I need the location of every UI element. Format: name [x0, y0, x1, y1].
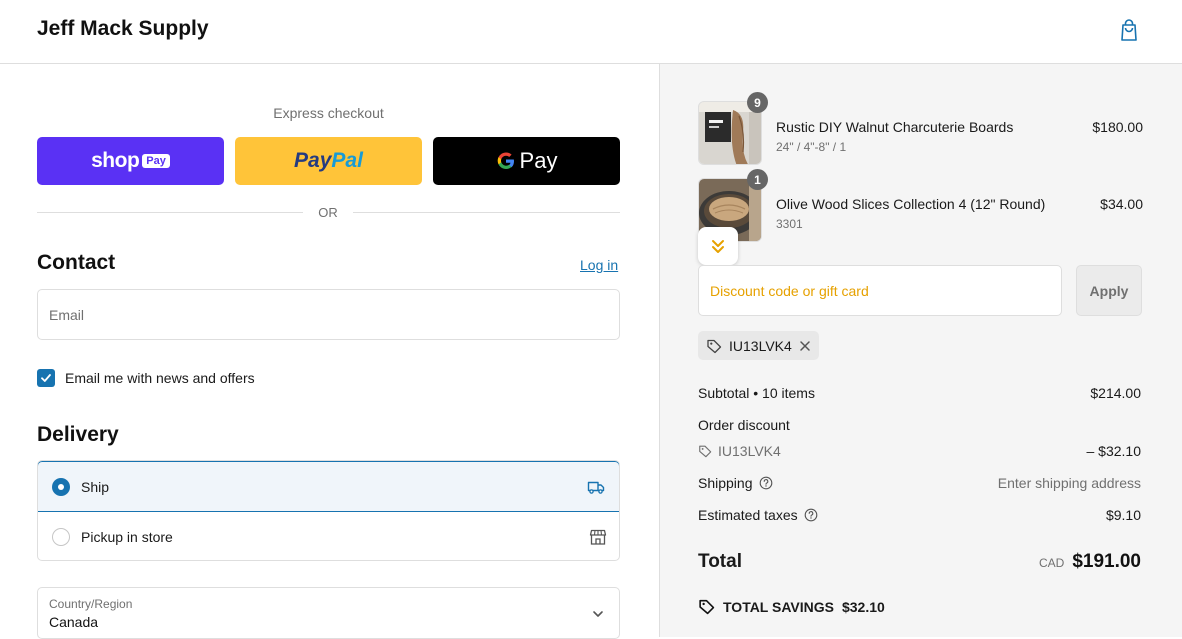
subtotal-label: Subtotal • 10 items	[698, 385, 815, 401]
newsletter-checkbox-row[interactable]: Email me with news and offers	[37, 369, 255, 387]
paypal-word-pay: Pay	[294, 149, 332, 172]
total-label: Total	[698, 551, 742, 572]
order-discount-value: – $32.10	[1086, 443, 1142, 459]
taxes-row: Estimated taxes	[698, 507, 818, 523]
email-field[interactable]	[37, 289, 620, 340]
discount-code-input[interactable]	[699, 266, 1061, 315]
quantity-badge: 9	[747, 92, 768, 113]
order-discount-code: IU13LVK4	[718, 443, 781, 459]
tag-icon	[706, 338, 722, 354]
paypal-button[interactable]: PayPal	[235, 137, 422, 185]
line-item: 9 Rustic DIY Walnut Charcuterie Boards 2…	[698, 92, 1143, 167]
total-savings-row: TOTAL SAVINGS $32.10	[698, 598, 885, 615]
google-pay-button[interactable]: Pay	[433, 137, 620, 185]
truck-icon	[587, 478, 605, 496]
tag-icon	[698, 444, 712, 458]
checkout-main: Express checkout shop Pay PayPal Pay OR …	[0, 64, 659, 639]
total-amount: $191.00	[1072, 551, 1141, 572]
store-icon	[589, 528, 607, 546]
applied-discount-code: IU13LVK4	[729, 337, 792, 354]
express-checkout-label: Express checkout	[273, 105, 384, 121]
google-pay-word: Pay	[519, 148, 558, 173]
apply-discount-button[interactable]: Apply	[1076, 265, 1142, 316]
applied-discount-chip: IU13LVK4	[698, 331, 819, 360]
subtotal-value: $214.00	[1090, 385, 1141, 401]
ship-radio[interactable]	[52, 477, 70, 496]
checkout-header: Jeff Mack Supply	[0, 0, 1182, 64]
google-g-icon	[496, 151, 516, 171]
help-icon[interactable]	[804, 508, 818, 522]
delivery-title: Delivery	[37, 423, 119, 446]
country-select[interactable]: Country/Region Canada	[37, 587, 620, 639]
line-item: 1 Olive Wood Slices Collection 4 (12" Ro…	[698, 169, 1143, 244]
login-link[interactable]: Log in	[580, 257, 618, 273]
shop-pay-chip: Pay	[142, 154, 170, 168]
shipping-label: Shipping	[698, 475, 753, 491]
shop-pay-button[interactable]: shop Pay	[37, 137, 224, 185]
help-icon[interactable]	[759, 476, 773, 490]
product-price: $180.00	[1092, 119, 1143, 135]
total-savings-label: TOTAL SAVINGS	[723, 598, 834, 615]
tag-icon	[698, 598, 715, 615]
chevron-down-icon	[591, 607, 605, 621]
paypal-word-pal: Pal	[331, 149, 363, 172]
pickup-label: Pickup in store	[81, 529, 173, 545]
email-input[interactable]	[38, 290, 619, 339]
close-icon[interactable]	[799, 340, 811, 352]
store-name[interactable]: Jeff Mack Supply	[37, 17, 209, 41]
delivery-option-pickup[interactable]: Pickup in store	[38, 512, 619, 560]
shop-pay-word: shop	[91, 149, 140, 172]
product-variant: 24" / 4"-8" / 1	[776, 140, 847, 154]
product-name: Olive Wood Slices Collection 4 (12" Roun…	[776, 196, 1046, 212]
product-variant: 3301	[776, 217, 803, 231]
scroll-down-chevrons-icon[interactable]	[698, 227, 738, 265]
country-value: Canada	[49, 614, 99, 630]
quantity-badge: 1	[747, 169, 768, 190]
taxes-label: Estimated taxes	[698, 507, 798, 523]
discount-code-field[interactable]	[698, 265, 1062, 316]
order-discount-code-row: IU13LVK4	[698, 443, 781, 459]
or-divider-right	[353, 212, 620, 213]
or-divider-text: OR	[318, 205, 338, 220]
order-discount-label: Order discount	[698, 417, 790, 433]
shopping-bag-icon[interactable]	[1116, 17, 1142, 43]
order-summary: 9 Rustic DIY Walnut Charcuterie Boards 2…	[659, 64, 1182, 637]
delivery-option-ship[interactable]: Ship	[38, 461, 619, 512]
order-discount-row: Order discount	[698, 417, 790, 433]
subtotal-row: Subtotal • 10 items	[698, 385, 815, 401]
total-amount-group: CAD $191.00	[1039, 551, 1141, 573]
total-currency: CAD	[1038, 556, 1065, 570]
or-divider-left	[37, 212, 303, 213]
ship-label: Ship	[81, 478, 110, 495]
taxes-value: $9.10	[1105, 507, 1141, 523]
checkmark-icon	[41, 374, 51, 382]
contact-title: Contact	[37, 251, 116, 274]
country-label: Country/Region	[49, 597, 133, 611]
newsletter-label: Email me with news and offers	[65, 370, 255, 386]
product-name: Rustic DIY Walnut Charcuterie Boards	[776, 119, 1014, 135]
pickup-radio[interactable]	[52, 528, 70, 546]
delivery-method-group: Ship Pickup in store	[37, 460, 620, 561]
total-savings-value: $32.10	[841, 598, 885, 615]
newsletter-checkbox[interactable]	[37, 369, 55, 387]
shipping-row: Shipping	[698, 475, 773, 491]
product-price: $34.00	[1100, 196, 1143, 212]
shipping-value: Enter shipping address	[997, 475, 1141, 491]
